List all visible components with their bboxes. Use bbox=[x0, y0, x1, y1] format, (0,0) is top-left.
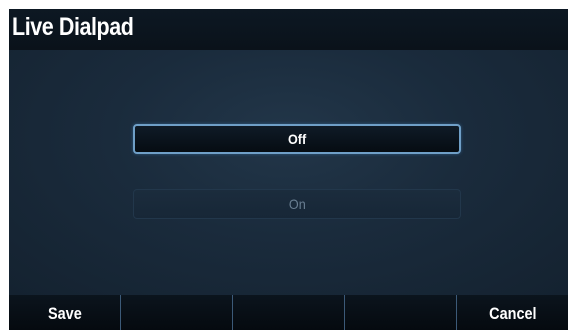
softkey-3[interactable] bbox=[232, 295, 344, 330]
softkey-save-label: Save bbox=[47, 304, 82, 323]
softkey-bar: Save Cancel bbox=[9, 295, 568, 330]
options-panel: Off On bbox=[9, 50, 568, 295]
phone-screen: Live Dialpad Off On Save Cancel bbox=[9, 9, 568, 330]
softkey-cancel[interactable]: Cancel bbox=[456, 295, 568, 330]
option-on[interactable]: On bbox=[133, 189, 461, 219]
softkey-4[interactable] bbox=[344, 295, 456, 330]
softkey-2[interactable] bbox=[120, 295, 232, 330]
softkey-cancel-label: Cancel bbox=[488, 304, 537, 323]
option-on-label: On bbox=[288, 196, 306, 212]
option-off-label: Off bbox=[287, 131, 307, 147]
title-bar: Live Dialpad bbox=[9, 9, 568, 50]
page-title: Live Dialpad bbox=[12, 13, 134, 41]
softkey-save[interactable]: Save bbox=[9, 295, 120, 330]
option-off[interactable]: Off bbox=[133, 124, 461, 154]
